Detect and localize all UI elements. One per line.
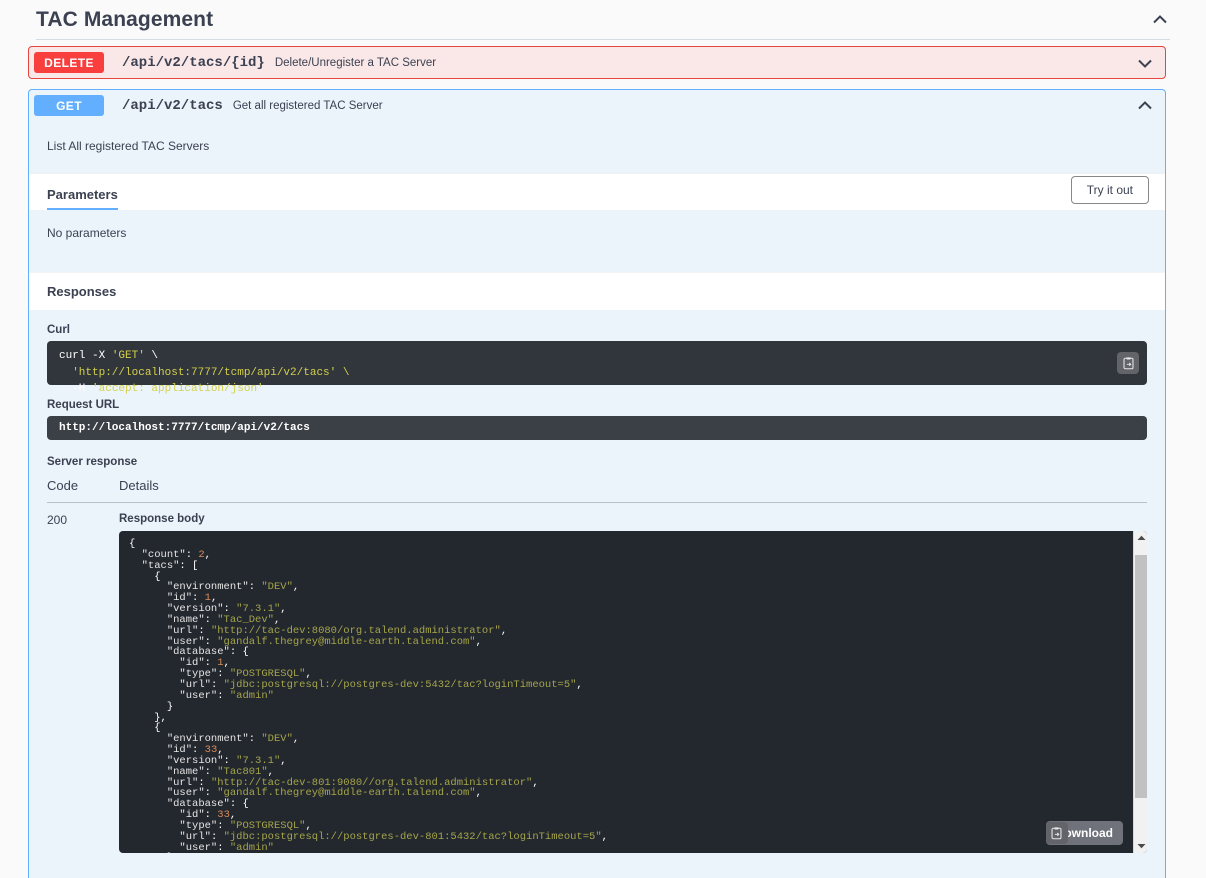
table-row: 200 Response body { "count": 2, "tacs": … — [47, 503, 1147, 853]
curl-label: Curl — [47, 324, 1147, 336]
operation-delete-tacs-id[interactable]: DELETE /api/v2/tacs/{id} Delete/Unregist… — [28, 46, 1166, 79]
curl-method: 'GET' — [112, 350, 145, 362]
page-title: TAC Management — [36, 8, 213, 32]
try-it-out-button[interactable]: Try it out — [1071, 176, 1149, 204]
http-method-badge-get: GET — [34, 95, 104, 116]
request-url-value: http://localhost:7777/tcmp/api/v2/tacs — [59, 422, 310, 434]
server-response-label: Server response — [47, 456, 1147, 468]
operation-summary-delete[interactable]: DELETE /api/v2/tacs/{id} Delete/Unregist… — [29, 47, 1165, 78]
operation-get-tacs: GET /api/v2/tacs Get all registered TAC … — [28, 89, 1166, 878]
request-url-label: Request URL — [47, 399, 1147, 411]
operation-path-delete: /api/v2/tacs/{id} — [122, 55, 265, 71]
chevron-down-icon[interactable] — [1135, 53, 1155, 73]
curl-url-line: 'http://localhost:7777/tcmp/api/v2/tacs'… — [59, 367, 349, 379]
response-body-viewer: { "count": 2, "tacs": [ { "environment":… — [119, 531, 1147, 853]
responses-header: Responses — [29, 272, 1165, 310]
chevron-up-icon[interactable] — [1135, 96, 1155, 116]
curl-header-value: 'accept: application/json' — [92, 383, 264, 395]
scroll-down-arrow-icon[interactable] — [1134, 839, 1147, 853]
operation-notes: List All registered TAC Servers — [29, 121, 1165, 153]
column-header-code: Code — [47, 478, 119, 493]
swagger-ui-page: TAC Management DELETE /api/v2/tacs/{id} … — [0, 0, 1206, 878]
response-status-code: 200 — [47, 513, 119, 853]
http-method-badge-delete: DELETE — [34, 52, 104, 73]
server-response-table: Code Details 200 Response body { "count"… — [47, 478, 1147, 853]
operation-description-delete: Delete/Unregister a TAC Server — [275, 57, 436, 69]
operation-notes-area: List All registered TAC Servers — [29, 121, 1165, 173]
clipboard-copy-icon[interactable] — [1117, 352, 1139, 374]
parameters-bar: Parameters Try it out — [29, 173, 1165, 210]
clipboard-copy-icon[interactable] — [1046, 822, 1068, 844]
scroll-up-arrow-icon[interactable] — [1134, 531, 1147, 545]
operation-body-get: List All registered TAC Servers Paramete… — [29, 121, 1165, 853]
response-body-label: Response body — [119, 513, 1147, 525]
curl-code-block: curl -X 'GET' \ 'http://localhost:7777/t… — [47, 341, 1147, 385]
response-details-cell: Response body { "count": 2, "tacs": [ { … — [119, 513, 1147, 853]
curl-header-flag: -H — [59, 383, 92, 395]
chevron-up-icon[interactable] — [1150, 10, 1170, 30]
tab-parameters[interactable]: Parameters — [47, 187, 118, 210]
response-body-actions: Download — [1046, 821, 1123, 845]
curl-cont: \ — [145, 350, 158, 362]
request-url-block: http://localhost:7777/tcmp/api/v2/tacs — [47, 416, 1147, 440]
no-parameters-message: No parameters — [29, 210, 1165, 272]
column-header-details: Details — [119, 478, 159, 493]
operation-path-get: /api/v2/tacs — [122, 98, 223, 114]
responses-title: Responses — [47, 284, 116, 299]
operation-summary-get[interactable]: GET /api/v2/tacs Get all registered TAC … — [29, 90, 1165, 121]
responses-area: Curl curl -X 'GET' \ 'http://localhost:7… — [29, 310, 1165, 853]
curl-cmd: curl -X — [59, 350, 112, 362]
response-table-header: Code Details — [47, 478, 1147, 503]
operation-description-get: Get all registered TAC Server — [233, 100, 383, 112]
response-body-scrollbar[interactable] — [1133, 531, 1147, 853]
tag-header-tac-management[interactable]: TAC Management — [36, 0, 1170, 40]
response-body-json: { "count": 2, "tacs": [ { "environment":… — [119, 531, 1147, 853]
scrollbar-thumb[interactable] — [1135, 555, 1147, 798]
